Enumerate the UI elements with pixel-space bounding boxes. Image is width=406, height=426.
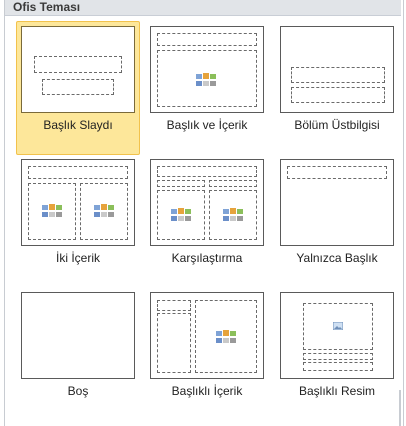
layout-label: Karşılaştırma [171,251,243,265]
text-placeholder [291,87,385,103]
content-insert-icons [171,208,191,221]
content-placeholder [157,50,257,107]
title-placeholder [287,166,387,179]
layout-section-header[interactable]: Bölüm Üstbilgisi [275,21,399,155]
layout-content-with-caption[interactable]: Başlıklı İçerik [145,287,269,421]
layout-label: Başlık ve İçerik [166,118,248,132]
left-content-placeholder [28,183,76,240]
layout-comparison[interactable]: Karşılaştırma [145,154,269,288]
layout-label: Başlık Slaydı [43,118,113,132]
layout-thumbnail [150,292,264,379]
title-placeholder [157,166,257,177]
title-placeholder [291,67,385,83]
right-content-placeholder [80,183,128,240]
title-placeholder [157,33,257,46]
content-insert-icons [94,204,114,217]
layout-label: Boş [67,384,89,398]
layout-thumbnail [21,159,135,246]
title-placeholder [28,166,128,179]
content-insert-icons [42,204,62,217]
layout-thumbnail [21,26,135,113]
right-heading-placeholder [209,180,257,187]
layout-thumbnail [21,292,135,379]
layout-thumbnail [280,159,394,246]
layout-thumbnail [150,26,264,113]
layout-thumbnail [280,292,394,379]
right-content-placeholder [209,190,257,240]
layout-label: Yalnızca Başlık [296,251,378,265]
layout-two-content[interactable]: İki İçerik [16,154,140,288]
layout-title-and-content[interactable]: Başlık ve İçerik [145,21,269,155]
layout-label: Başlıklı İçerik [171,384,243,398]
layout-label: Bölüm Üstbilgisi [294,118,380,132]
layout-blank[interactable]: Boş [16,287,140,421]
layout-thumbnail [150,159,264,246]
title-placeholder [34,56,122,73]
layout-title-only[interactable]: Yalnızca Başlık [275,154,399,288]
caption-title-placeholder [303,353,373,360]
layout-picture-with-caption[interactable]: Başlıklı Resim [275,287,399,421]
layout-label: Başlıklı Resim [298,384,375,398]
content-placeholder [195,300,257,373]
layout-label: İki İçerik [55,251,100,265]
layout-title-slide[interactable]: Başlık Slaydı [16,21,140,155]
caption-text-placeholder [303,362,373,371]
content-insert-icons [223,208,243,221]
content-insert-icons [216,330,236,343]
picture-placeholder [303,303,373,350]
content-insert-icons [196,73,216,86]
subtitle-placeholder [42,79,114,95]
picture-icon [333,322,343,330]
left-heading-placeholder [157,180,205,187]
caption-text-placeholder [157,313,191,373]
layout-thumbnail [280,26,394,113]
caption-title-placeholder [157,300,191,311]
scrollbar-edge [399,390,401,426]
gallery-header: Ofis Teması [5,0,401,16]
left-content-placeholder [157,190,205,240]
